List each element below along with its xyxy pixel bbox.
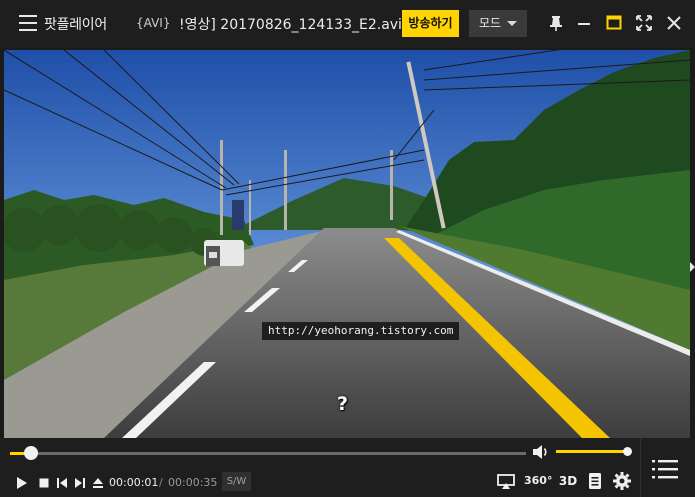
seek-bar-handle[interactable] (23, 446, 38, 460)
app-name[interactable]: 팟플레이어 (44, 14, 107, 34)
stop-icon[interactable] (37, 476, 51, 490)
total-time: 00:00:35 (168, 476, 218, 489)
mode-dropdown[interactable]: 모드 (469, 10, 527, 37)
3d-icon[interactable]: 3D (556, 471, 580, 491)
seek-bar[interactable] (10, 446, 526, 460)
fullscreen-icon[interactable] (633, 12, 655, 34)
previous-icon[interactable] (55, 476, 69, 490)
file-name: !영상] 20170826_124133_E2.avi (179, 17, 402, 33)
settings-icon[interactable] (612, 471, 632, 491)
pin-icon[interactable] (545, 12, 567, 34)
chevron-down-icon (507, 21, 517, 26)
play-icon[interactable] (15, 476, 29, 490)
next-icon[interactable] (73, 476, 87, 490)
menu-icon[interactable] (19, 15, 37, 31)
minimize-icon[interactable] (573, 12, 595, 34)
mode-label: 모드 (479, 16, 502, 30)
subtitle-icon[interactable] (587, 471, 603, 491)
volume-icon[interactable] (532, 444, 550, 460)
video-image (4, 50, 690, 438)
broadcast-button[interactable]: 방송하기 (402, 10, 459, 37)
watermark-text: http://yeohorang.tistory.com (262, 322, 460, 340)
volume-slider[interactable] (556, 447, 632, 456)
time-separator: / (159, 476, 163, 489)
control-bar: 00:00:01 / 00:00:35 S/W 360° 3D (0, 438, 695, 497)
close-icon[interactable] (663, 12, 685, 34)
360-icon[interactable]: 360° (524, 471, 552, 491)
maximize-icon[interactable] (603, 12, 625, 34)
title-bar: 팟플레이어 {AVI} !영상] 20170826_124133_E2.avi … (0, 0, 695, 48)
volume-slider-handle[interactable] (623, 447, 632, 456)
video-frame[interactable]: http://yeohorang.tistory.com ? (4, 50, 690, 438)
playlist-icon[interactable] (652, 458, 678, 480)
current-time: 00:00:01 (109, 476, 159, 489)
file-type-label: {AVI} (136, 16, 171, 30)
side-panel-arrow-icon[interactable] (690, 262, 695, 272)
screen-cast-icon[interactable] (496, 471, 516, 491)
eject-icon[interactable] (91, 476, 105, 490)
playlist-divider (640, 438, 641, 497)
volume-slider-fill (556, 450, 628, 453)
overlay-mark: ? (337, 393, 349, 415)
sw-decoder-button[interactable]: S/W (222, 472, 251, 491)
